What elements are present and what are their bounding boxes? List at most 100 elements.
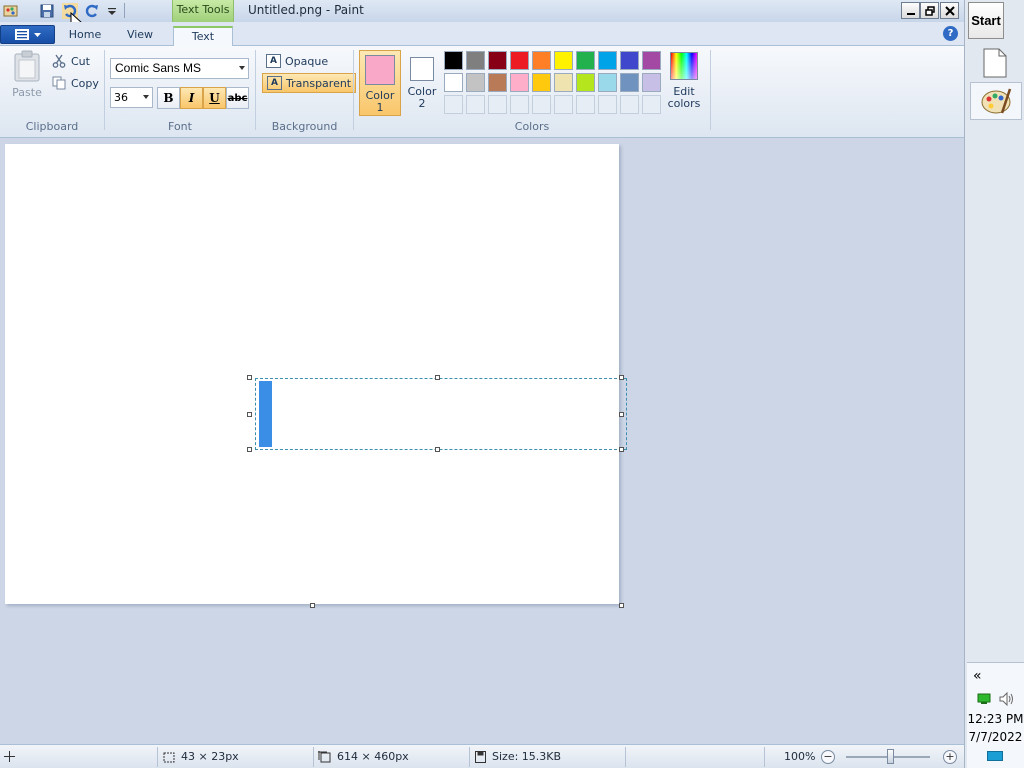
window-title: Untitled.png - Paint: [248, 3, 364, 17]
edit-colors-button[interactable]: Edit colors: [666, 52, 702, 118]
palette-color-swatch[interactable]: [554, 73, 573, 92]
copy-button[interactable]: Copy: [52, 73, 99, 93]
cut-label: Cut: [71, 54, 90, 68]
selection-icon: [163, 752, 175, 762]
palette-color-swatch[interactable]: [576, 51, 595, 70]
resize-handle[interactable]: [619, 375, 624, 380]
resize-handle[interactable]: [435, 447, 440, 452]
canvas-resize-handle[interactable]: [619, 603, 624, 608]
palette-color-swatch[interactable]: [488, 51, 507, 70]
custom-color-slot[interactable]: [576, 95, 595, 114]
show-desktop-icon[interactable]: [987, 751, 1003, 761]
palette-color-swatch[interactable]: [642, 51, 661, 70]
resize-handle[interactable]: [247, 447, 252, 452]
italic-button[interactable]: I: [180, 87, 203, 109]
close-icon: [944, 5, 955, 16]
clock-date[interactable]: 7/7/2022: [967, 730, 1024, 744]
custom-color-slot[interactable]: [488, 95, 507, 114]
transparent-label: Transparent: [286, 76, 352, 90]
font-size-select[interactable]: 36: [110, 87, 153, 108]
underline-button[interactable]: U: [203, 87, 226, 109]
palette-color-swatch[interactable]: [532, 73, 551, 92]
close-button[interactable]: [940, 2, 959, 19]
palette-color-swatch[interactable]: [620, 51, 639, 70]
palette-color-swatch[interactable]: [598, 73, 617, 92]
custom-color-slot[interactable]: [444, 95, 463, 114]
restore-button[interactable]: [920, 2, 939, 19]
custom-color-slot[interactable]: [642, 95, 661, 114]
font-group-label: Font: [168, 120, 192, 133]
tab-home[interactable]: Home: [62, 26, 108, 46]
collapse-tray-icon[interactable]: «: [973, 668, 982, 684]
zoom-in-button[interactable]: +: [943, 750, 957, 764]
taskbar-paint-button[interactable]: [970, 82, 1022, 120]
bold-button[interactable]: B: [157, 87, 180, 109]
customize-toolbar-icon[interactable]: [103, 2, 121, 19]
transparent-button[interactable]: A Transparent: [262, 73, 357, 93]
drawing-canvas[interactable]: [5, 144, 627, 604]
custom-color-slot[interactable]: [598, 95, 617, 114]
opaque-label: Opaque: [285, 54, 329, 68]
custom-color-slot[interactable]: [554, 95, 573, 114]
palette-color-swatch[interactable]: [532, 51, 551, 70]
font-family-select[interactable]: Comic Sans MS: [110, 58, 249, 79]
custom-color-slot[interactable]: [620, 95, 639, 114]
palette-color-swatch[interactable]: [576, 73, 595, 92]
minimize-icon: [906, 12, 915, 15]
redo-icon[interactable]: [83, 2, 101, 19]
chevron-down-icon: [143, 95, 149, 99]
save-icon[interactable]: [38, 2, 56, 19]
strikethrough-button[interactable]: abc: [226, 87, 249, 109]
font-family-value: Comic Sans MS: [115, 61, 202, 75]
restore-icon: [924, 5, 935, 16]
custom-color-slot[interactable]: [510, 95, 529, 114]
color1-button[interactable]: Color 1: [359, 50, 401, 116]
zoom-level: 100%: [784, 750, 816, 763]
ribbon: Paste Cut Copy Clipboard Comic Sans MS 3…: [0, 46, 964, 138]
network-icon[interactable]: [977, 693, 991, 705]
help-icon[interactable]: ?: [943, 26, 958, 41]
paste-button[interactable]: Paste: [8, 50, 46, 104]
tab-view[interactable]: View: [118, 26, 162, 46]
resize-handle[interactable]: [619, 412, 624, 417]
clipboard-group-label: Clipboard: [25, 120, 79, 133]
menu-icon: [14, 29, 29, 40]
palette-color-swatch[interactable]: [554, 51, 573, 70]
palette-color-swatch[interactable]: [488, 73, 507, 92]
color2-button[interactable]: Color 2: [401, 50, 443, 116]
resize-handle[interactable]: [247, 375, 252, 380]
start-button[interactable]: Start: [968, 2, 1004, 39]
palette-color-swatch[interactable]: [510, 51, 529, 70]
copy-icon: [52, 76, 66, 90]
palette-color-swatch[interactable]: [466, 51, 485, 70]
zoom-slider-thumb[interactable]: [887, 749, 894, 764]
custom-color-slot[interactable]: [466, 95, 485, 114]
paint-app-icon[interactable]: [2, 2, 20, 19]
palette-color-swatch[interactable]: [642, 73, 661, 92]
minimize-button[interactable]: [901, 2, 920, 19]
clock-time[interactable]: 12:23 PM: [967, 712, 1024, 726]
opaque-button[interactable]: A Opaque: [262, 51, 332, 71]
canvas-resize-handle[interactable]: [310, 603, 315, 608]
cut-button[interactable]: Cut: [52, 51, 90, 71]
document-icon[interactable]: [983, 48, 1007, 78]
resize-handle[interactable]: [247, 412, 252, 417]
zoom-out-button[interactable]: −: [821, 750, 835, 764]
resize-handle[interactable]: [435, 375, 440, 380]
palette-color-swatch[interactable]: [444, 51, 463, 70]
custom-color-slot[interactable]: [532, 95, 551, 114]
text-box[interactable]: [255, 378, 627, 450]
palette-color-swatch[interactable]: [620, 73, 639, 92]
paint-menu-button[interactable]: [0, 25, 55, 44]
image-size-value: 614 × 460px: [337, 750, 409, 763]
palette-color-swatch[interactable]: [444, 73, 463, 92]
resize-handle[interactable]: [619, 447, 624, 452]
palette-color-swatch[interactable]: [598, 51, 617, 70]
palette-color-swatch[interactable]: [510, 73, 529, 92]
cursor-position-icon: [4, 745, 15, 768]
tab-text[interactable]: Text: [173, 26, 233, 46]
palette-color-swatch[interactable]: [466, 73, 485, 92]
workspace: [0, 139, 964, 744]
status-divider: [625, 747, 626, 767]
volume-icon[interactable]: [999, 692, 1015, 706]
